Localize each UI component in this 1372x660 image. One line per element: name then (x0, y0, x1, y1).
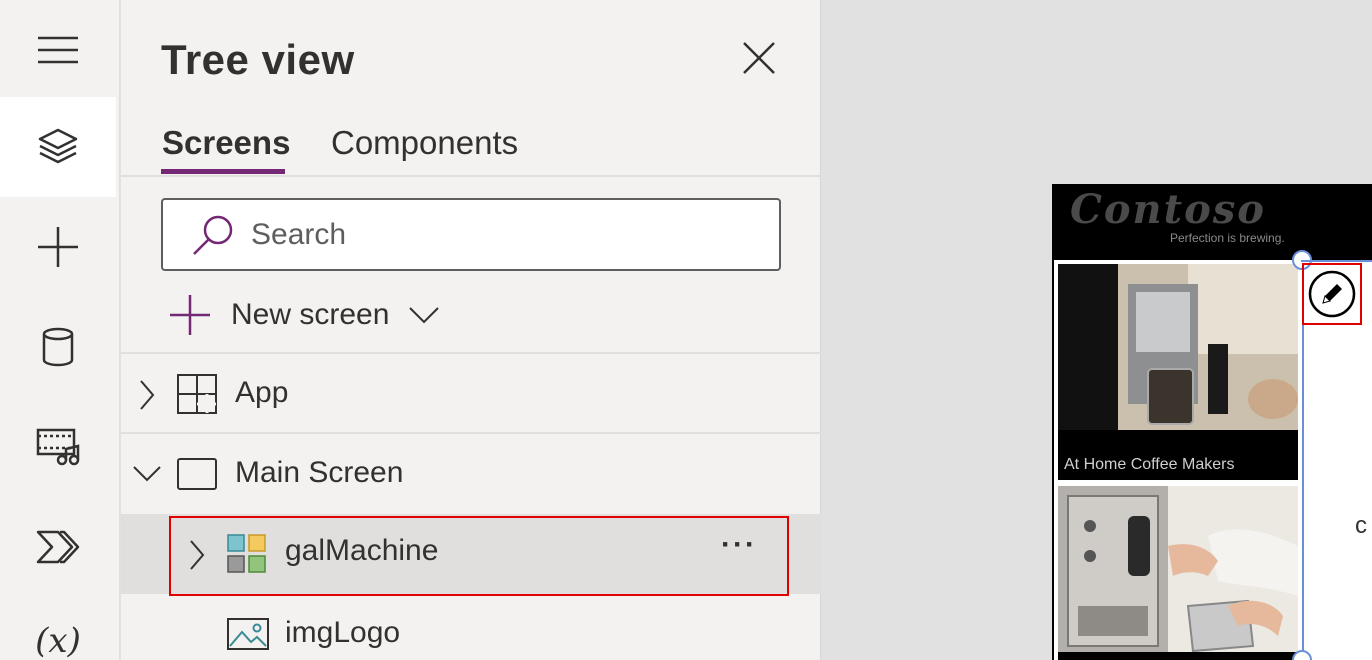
app-preview: Contoso Perfection is brewing. At Home C (1052, 184, 1372, 660)
data-button[interactable] (0, 297, 116, 397)
search-box[interactable] (161, 198, 781, 271)
layers-icon (38, 128, 78, 164)
search-input[interactable] (251, 212, 751, 258)
edit-gallery-button[interactable] (1302, 263, 1362, 325)
plus-icon (170, 295, 210, 335)
contoso-logo[interactable]: Contoso (1070, 186, 1266, 233)
gallery-card[interactable]: At Home Coffee Makers (1058, 264, 1298, 480)
selection-highlight (169, 516, 789, 596)
tree-item-label: Main Screen (235, 456, 404, 489)
insert-button[interactable] (0, 197, 116, 297)
close-icon (743, 42, 775, 74)
image-icon (227, 618, 269, 650)
coffee-maker-image (1058, 264, 1298, 480)
screen-icon (177, 458, 217, 490)
chevron-down-icon[interactable] (133, 466, 161, 482)
hamburger-menu-button[interactable] (0, 0, 116, 100)
power-automate-button[interactable] (0, 497, 116, 597)
new-screen-label: New screen (231, 298, 390, 331)
tree-item-app[interactable]: App (121, 356, 821, 434)
power-automate-icon (36, 530, 80, 564)
tree-item-label: App (235, 376, 289, 409)
design-canvas[interactable]: Contoso Perfection is brewing. At Home C (822, 0, 1372, 660)
tab-screens[interactable]: Screens (162, 124, 290, 162)
plus-icon (38, 227, 78, 267)
header-bar: Contoso Perfection is brewing. (1054, 184, 1372, 260)
tree-view-panel: Tree view Screens Components New screen … (121, 0, 821, 660)
close-button[interactable] (737, 36, 781, 80)
database-icon (42, 327, 74, 367)
panel-title: Tree view (161, 36, 355, 83)
tree-item-label: imgLogo (285, 616, 401, 649)
gallery-card[interactable] (1058, 486, 1298, 660)
card-label: At Home Coffee Makers (1064, 456, 1235, 473)
active-tab-indicator (161, 169, 285, 174)
tree-item-imglogo[interactable]: imgLogo (121, 596, 821, 660)
variables-button[interactable]: (x) (0, 597, 116, 660)
espresso-machine-image (1058, 486, 1298, 660)
tree-item-galmachine[interactable]: galMachine ··· (121, 514, 821, 596)
pencil-icon (1308, 270, 1356, 318)
divider (121, 352, 821, 354)
left-rail: (x) (0, 0, 120, 660)
logo-tagline: Perfection is brewing. (1170, 231, 1285, 245)
partial-text: c (1355, 512, 1367, 539)
new-screen-button[interactable]: New screen (169, 290, 440, 340)
media-icon (36, 428, 80, 466)
tab-bar: Screens Components (121, 120, 821, 177)
selection-border (1301, 260, 1372, 262)
tree-item-main-screen[interactable]: Main Screen (121, 436, 821, 514)
media-button[interactable] (0, 397, 116, 497)
gallery-galmachine[interactable]: At Home Coffee Makers (1054, 260, 1304, 660)
divider (121, 432, 821, 434)
hamburger-menu-icon (38, 36, 78, 64)
chevron-down-icon (409, 307, 440, 324)
variables-icon: (x) (35, 621, 81, 660)
app-icon (177, 374, 217, 414)
chevron-right-icon[interactable] (139, 380, 155, 410)
search-icon (193, 215, 233, 255)
tree-view-button[interactable] (0, 97, 116, 197)
tab-components[interactable]: Components (331, 124, 518, 162)
